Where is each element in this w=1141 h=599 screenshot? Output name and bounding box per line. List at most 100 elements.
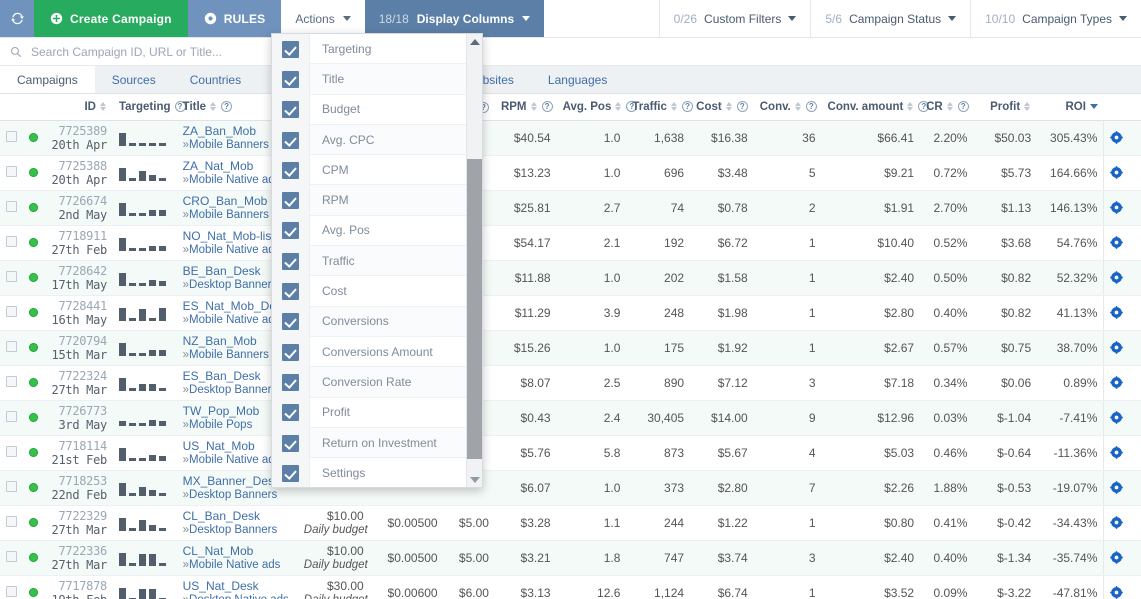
campaign-title-link[interactable]: US_Nat_Desk bbox=[183, 579, 292, 593]
sort-icon[interactable] bbox=[530, 101, 538, 112]
row-checkbox-cell[interactable] bbox=[0, 365, 23, 401]
gear-icon[interactable] bbox=[1110, 411, 1124, 424]
campaign-title-link[interactable]: CL_Nat_Mob bbox=[183, 544, 292, 558]
th-select-all[interactable] bbox=[0, 94, 23, 121]
checkbox-checked-icon[interactable] bbox=[282, 434, 299, 452]
th-avg-pos[interactable]: Avg. Pos? bbox=[556, 94, 638, 121]
checkbox-checked-icon[interactable] bbox=[282, 464, 299, 482]
row-checkbox-cell[interactable] bbox=[0, 540, 23, 576]
sort-icon[interactable] bbox=[907, 101, 914, 112]
row-settings-cell[interactable] bbox=[1103, 295, 1141, 331]
row-settings-cell[interactable] bbox=[1103, 400, 1141, 436]
row-settings-cell[interactable] bbox=[1103, 120, 1141, 156]
table-row[interactable]: 771891127th FebNO_Nat_Mob-listMobile Nat… bbox=[0, 225, 1141, 261]
table-row[interactable]: 772538920th AprZA_Ban_MobMobile Banners$… bbox=[0, 120, 1141, 156]
custom-filters-dropdown[interactable]: 0/26 Custom Filters bbox=[658, 0, 811, 37]
table-row[interactable]: 772232927th Mar CL_Ban_DeskDesktop Banner… bbox=[0, 505, 1141, 541]
column-toggle-traffic[interactable]: Traffic bbox=[272, 246, 466, 277]
tab-sources[interactable]: Sources bbox=[95, 66, 173, 93]
display-columns-dropdown[interactable]: 18/18 Display Columns bbox=[364, 0, 545, 37]
checkbox-checked-icon[interactable] bbox=[282, 192, 299, 210]
table-row[interactable]: 77266742nd MayCRO_Ban_MobMobile Banners$… bbox=[0, 190, 1141, 226]
help-icon[interactable]: ? bbox=[221, 101, 233, 113]
table-row[interactable]: 772232427th MarES_Ban_DeskDesktop Banner… bbox=[0, 365, 1141, 401]
campaign-types-dropdown[interactable]: 10/10 Campaign Types bbox=[970, 0, 1141, 37]
table-row[interactable]: 772233627th Mar CL_Nat_MobMobile Native a… bbox=[0, 540, 1141, 576]
gear-icon[interactable] bbox=[1110, 481, 1124, 494]
row-checkbox-cell[interactable] bbox=[0, 295, 23, 331]
th-conv[interactable]: Conv.? bbox=[753, 94, 822, 121]
table-row[interactable]: 772538820th AprZA_Nat_MobMobile Native a… bbox=[0, 155, 1141, 191]
column-toggle-conversion-rate[interactable]: Conversion Rate bbox=[272, 367, 466, 398]
row-title-cell[interactable]: CL_Nat_MobMobile Native ads bbox=[176, 540, 298, 576]
checkbox-checked-icon[interactable] bbox=[282, 40, 299, 58]
checkbox-cell[interactable] bbox=[272, 306, 310, 337]
campaign-subtitle-link[interactable]: Desktop Native ads bbox=[183, 593, 292, 599]
th-profit[interactable]: Profit bbox=[973, 94, 1038, 121]
row-checkbox[interactable] bbox=[6, 130, 17, 142]
help-icon[interactable]: ? bbox=[681, 101, 693, 113]
row-checkbox-cell[interactable] bbox=[0, 400, 23, 436]
th-conv-amount[interactable]: Conv. amount? bbox=[821, 94, 930, 121]
row-settings-cell[interactable] bbox=[1103, 505, 1141, 541]
row-settings-cell[interactable] bbox=[1103, 260, 1141, 296]
row-settings-cell[interactable] bbox=[1103, 190, 1141, 226]
th-rpm[interactable]: RPM? bbox=[494, 94, 557, 121]
th-cost[interactable]: Cost? bbox=[690, 94, 754, 121]
column-toggle-profit[interactable]: Profit bbox=[272, 397, 466, 428]
row-title-cell[interactable]: US_Nat_DeskDesktop Native ads bbox=[176, 575, 298, 599]
gear-icon[interactable] bbox=[1110, 236, 1124, 249]
help-icon[interactable]: ? bbox=[805, 101, 817, 113]
row-checkbox[interactable] bbox=[6, 375, 17, 387]
checkbox-cell[interactable] bbox=[272, 427, 310, 459]
row-checkbox[interactable] bbox=[6, 515, 17, 527]
campaign-subtitle-link[interactable]: Desktop Banners bbox=[183, 488, 292, 502]
gear-icon[interactable] bbox=[1110, 551, 1124, 564]
refresh-button[interactable] bbox=[0, 0, 34, 37]
table-row[interactable]: 77267733rd MayTW_Pop_MobMobile Pops$0.43… bbox=[0, 400, 1141, 436]
table-row[interactable]: 771787819th Feb US_Nat_DeskDesktop Native… bbox=[0, 575, 1141, 599]
column-toggle-targeting[interactable]: Targeting bbox=[272, 34, 466, 65]
dropdown-scrollbar[interactable] bbox=[466, 34, 482, 487]
campaign-status-dropdown[interactable]: 5/6 Campaign Status bbox=[810, 0, 970, 37]
checkbox-cell[interactable] bbox=[272, 64, 310, 95]
help-icon[interactable]: ? bbox=[736, 101, 748, 113]
gear-icon[interactable] bbox=[1110, 306, 1124, 319]
checkbox-checked-icon[interactable] bbox=[282, 373, 299, 391]
gear-icon[interactable] bbox=[1110, 201, 1124, 214]
sort-icon[interactable] bbox=[99, 101, 107, 112]
row-checkbox-cell[interactable] bbox=[0, 505, 23, 541]
row-checkbox-cell[interactable] bbox=[0, 575, 23, 599]
create-campaign-button[interactable]: Create Campaign bbox=[34, 0, 188, 37]
row-settings-cell[interactable] bbox=[1103, 365, 1141, 401]
checkbox-cell[interactable] bbox=[272, 215, 310, 247]
row-checkbox[interactable] bbox=[6, 585, 17, 597]
row-settings-cell[interactable] bbox=[1103, 155, 1141, 191]
row-checkbox[interactable] bbox=[6, 200, 17, 212]
row-checkbox[interactable] bbox=[6, 270, 17, 282]
checkbox-cell[interactable] bbox=[272, 185, 310, 216]
th-cr[interactable]: CR? bbox=[920, 94, 974, 121]
checkbox-cell[interactable] bbox=[272, 246, 310, 277]
row-settings-cell[interactable] bbox=[1103, 225, 1141, 261]
gear-icon[interactable] bbox=[1110, 166, 1124, 179]
column-toggle-conversions[interactable]: Conversions bbox=[272, 306, 466, 337]
row-checkbox-cell[interactable] bbox=[0, 330, 23, 366]
th-id[interactable]: ID bbox=[41, 94, 113, 121]
checkbox-checked-icon[interactable] bbox=[282, 222, 299, 240]
campaign-title-link[interactable]: CL_Ban_Desk bbox=[183, 509, 292, 523]
row-checkbox-cell[interactable] bbox=[0, 470, 23, 506]
column-toggle-return-on-investment[interactable]: Return on Investment bbox=[272, 427, 466, 459]
campaign-subtitle-link[interactable]: Desktop Banners bbox=[183, 523, 292, 537]
row-checkbox-cell[interactable] bbox=[0, 155, 23, 191]
sort-icon[interactable] bbox=[210, 101, 217, 112]
column-toggle-settings[interactable]: Settings bbox=[272, 458, 466, 487]
row-checkbox[interactable] bbox=[6, 235, 17, 247]
gear-icon[interactable] bbox=[1110, 271, 1124, 284]
row-checkbox-cell[interactable] bbox=[0, 260, 23, 296]
checkbox-checked-icon[interactable] bbox=[282, 252, 299, 270]
column-toggle-cost[interactable]: Cost bbox=[272, 276, 466, 307]
gear-icon[interactable] bbox=[1110, 376, 1124, 389]
sort-icon[interactable] bbox=[615, 101, 622, 112]
checkbox-checked-icon[interactable] bbox=[282, 101, 299, 119]
